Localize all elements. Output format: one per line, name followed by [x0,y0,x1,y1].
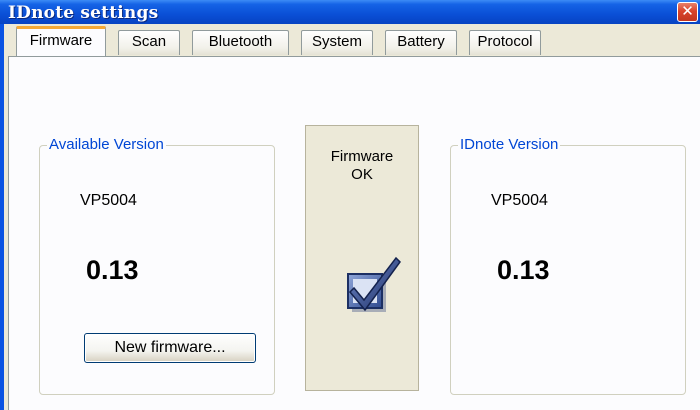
title-bar[interactable]: IDnote settings ✕ [0,0,700,24]
close-button[interactable]: ✕ [677,2,698,22]
tab-bluetooth[interactable]: Bluetooth [192,30,289,55]
available-version-label: Available Version [47,135,166,155]
tab-scan[interactable]: Scan [118,30,180,55]
available-version-value: 0.13 [86,255,139,285]
tab-firmware[interactable]: Firmware [16,26,106,56]
tab-system[interactable]: System [301,30,373,55]
settings-window: IDnote settings ✕ Firmware Scan Bluetoot… [0,0,700,410]
available-model: VP5004 [80,192,137,209]
idnote-version-group: IDnote Version VP5004 0.13 [450,135,686,395]
idnote-version-label: IDnote Version [458,135,561,155]
tab-protocol[interactable]: Protocol [469,30,541,55]
checkbox-checked-icon [347,256,401,312]
window-title: IDnote settings [8,3,159,23]
tab-strip: Firmware Scan Bluetooth System Battery P… [4,24,700,56]
new-firmware-button[interactable]: New firmware... [84,333,256,363]
available-version-group: Available Version VP5004 0.13 New firmwa… [39,135,275,395]
firmware-status-text: Firmware OK [330,148,394,183]
idnote-version-value: 0.13 [497,255,550,285]
window-client-area: Firmware Scan Bluetooth System Battery P… [4,24,700,410]
idnote-model: VP5004 [491,192,548,209]
tab-battery[interactable]: Battery [385,30,457,55]
close-icon: ✕ [681,2,694,20]
firmware-status-panel: Firmware OK [305,125,419,391]
